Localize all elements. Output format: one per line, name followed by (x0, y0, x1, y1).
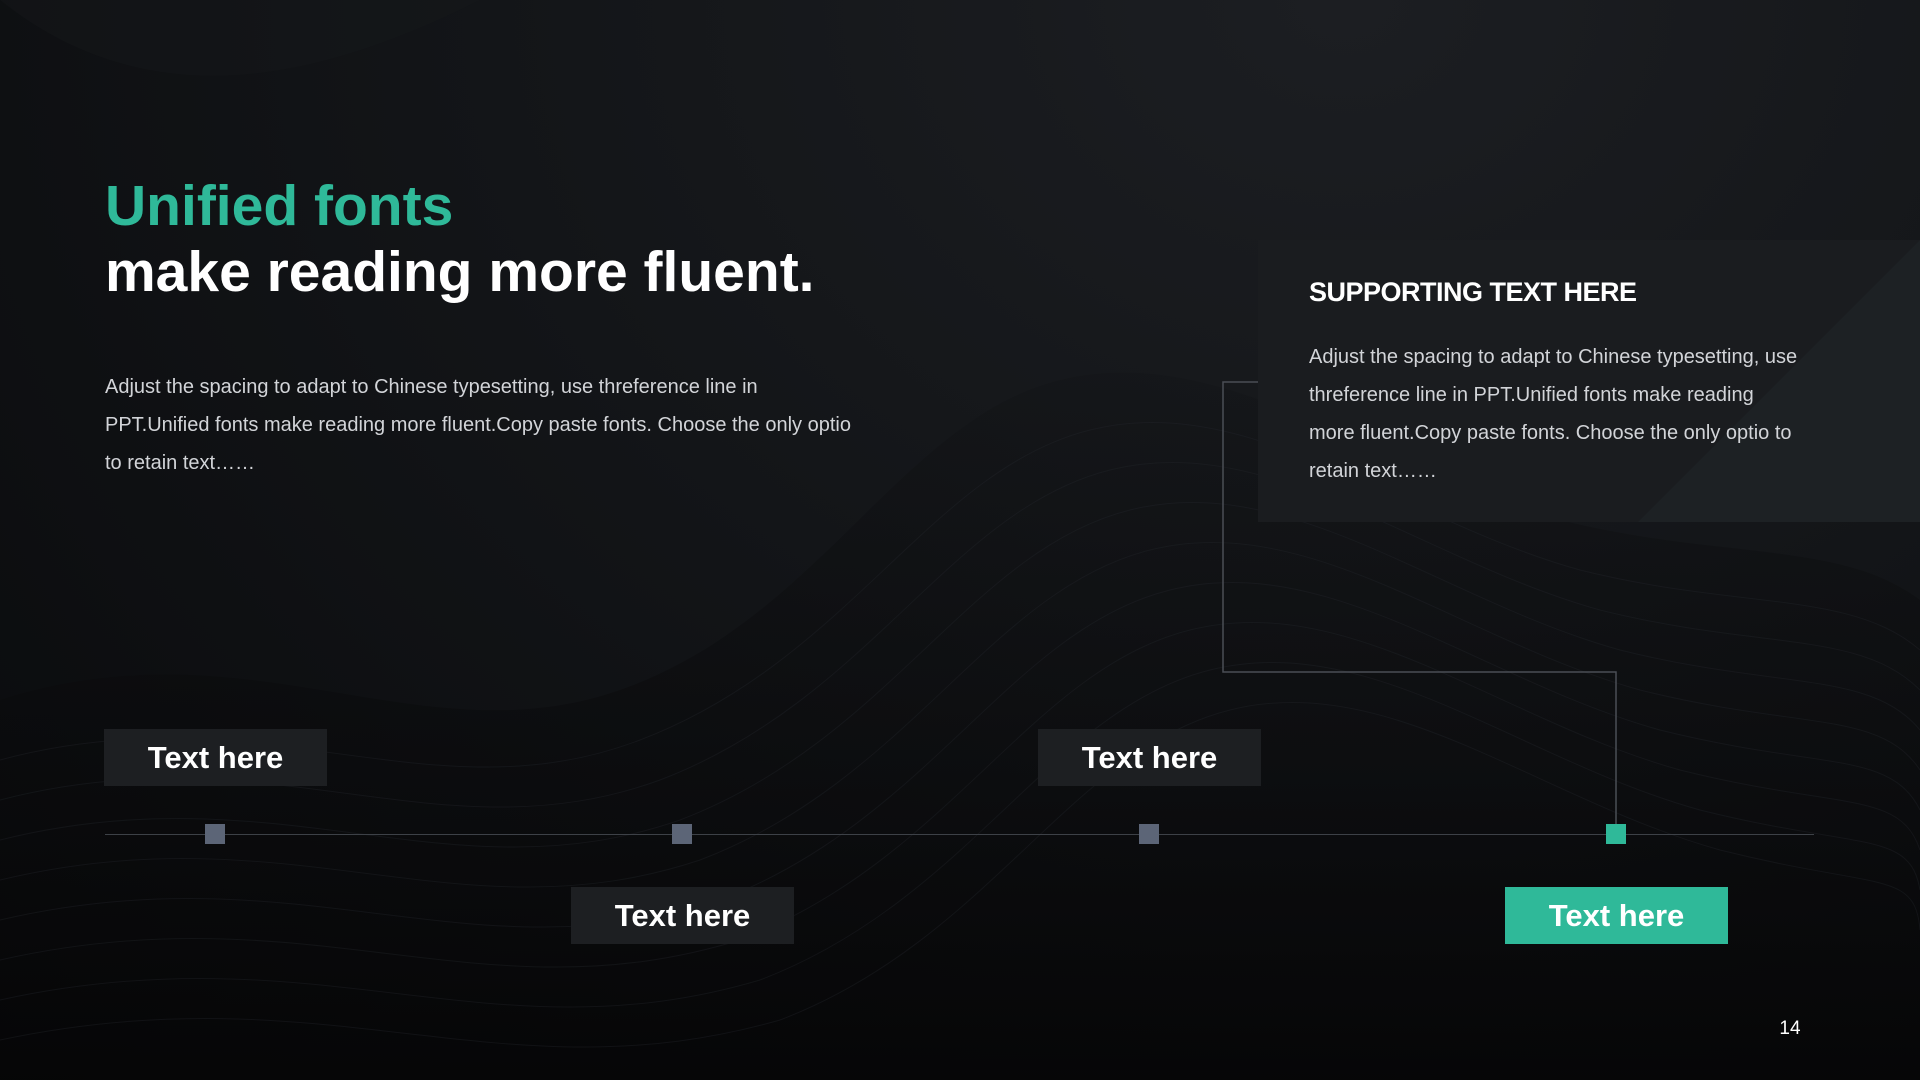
supporting-title: SUPPORTING TEXT HERE (1309, 277, 1637, 307)
timeline-line (105, 834, 1814, 835)
page-number: 14 (1779, 1018, 1801, 1039)
timeline-label-1: Text here (104, 729, 327, 786)
supporting-body: Adjust the spacing to adapt to Chinese t… (1309, 346, 1798, 482)
supporting-panel: SUPPORTING TEXT HERE Adjust the spacing … (1258, 240, 1920, 522)
timeline-label-4: Text here (1505, 887, 1728, 944)
timeline-marker-2 (672, 824, 692, 844)
title-accent: Unified fonts (105, 174, 454, 238)
slide: Unified fonts make reading more fluent. … (0, 0, 1920, 1080)
timeline-label-3: Text here (1038, 729, 1261, 786)
timeline-marker-3 (1139, 824, 1159, 844)
timeline-marker-4 (1606, 824, 1626, 844)
timeline-marker-1 (205, 824, 225, 844)
intro-paragraph: Adjust the spacing to adapt to Chinese t… (105, 376, 851, 474)
timeline-label-2: Text here (571, 887, 794, 944)
page-title: make reading more fluent. (105, 240, 815, 304)
